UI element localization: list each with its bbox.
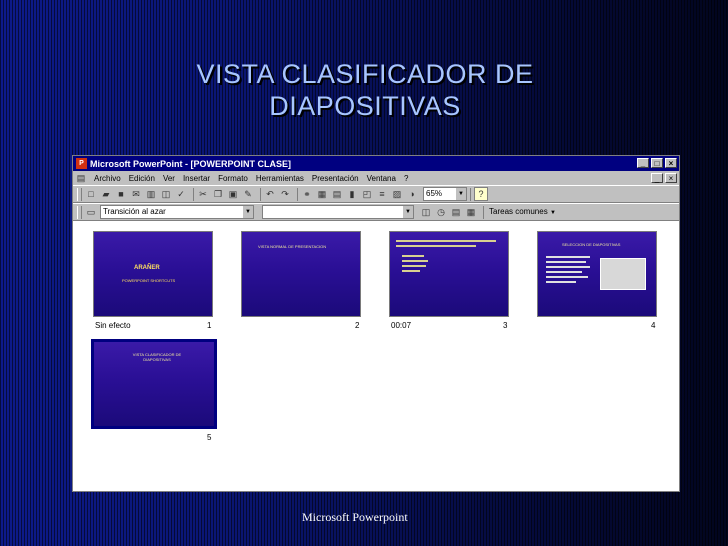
effect-select[interactable]: ▼ [262,205,414,219]
slide-title: VISTA CLASIFICADOR DE DIAPOSITIVAS [196,59,534,121]
doc-minimize-button[interactable]: _ [651,173,663,183]
slide-thumbnail-4[interactable]: SELECCION DE DIAPOSITIVAS [537,231,657,317]
menu-insertar[interactable]: Insertar [179,174,214,183]
slide-1-timing: Sin efecto [95,321,131,330]
menu-presentacion[interactable]: Presentación [308,174,363,183]
menu-ver[interactable]: Ver [159,174,179,183]
print-icon[interactable]: ▥ [145,188,157,200]
expand-all-icon[interactable]: ≡ [376,188,388,200]
slide-thumbnail-2[interactable]: VISTA NORMAL DE PRESENTACION [241,231,361,317]
slide-1-subtitle: POWERPOINT SHORTCUTS [122,278,176,283]
menu-archivo[interactable]: Archivo [90,174,125,183]
format-painter-icon[interactable]: ✎ [242,188,254,200]
close-button[interactable]: × [665,158,677,168]
slide-4-number: 4 [651,321,656,330]
menu-formato[interactable]: Formato [214,174,252,183]
standard-toolbar: □ ▰ ■ ✉ ▥ ◫ ✓ ✂ ❐ ▣ ✎ ↶ ↷ ⚭ ▦ ▤ ▮ ◰ ≡ ▨ … [73,185,679,203]
doc-close-button[interactable]: × [665,173,677,183]
undo-icon[interactable]: ↶ [264,188,276,200]
menu-ventana[interactable]: Ventana [363,174,400,183]
document-icon[interactable]: ▤ [75,172,87,184]
slide-4-title: SELECCION DE DIAPOSITIVAS [562,242,621,247]
footer-text: Microsoft Powerpoint [302,510,408,524]
new-icon[interactable]: □ [85,188,97,200]
speaker-notes-icon[interactable]: ▦ [465,206,477,218]
zoom-select[interactable]: 65% ▼ [423,187,467,201]
slide-3-timing: 00:07 [391,321,412,330]
slide-5-title: VISTA CLASIFICADOR DE DIAPOSITIVAS [132,352,182,362]
slide-thumbnail-3[interactable] [389,231,509,317]
menu-edicion[interactable]: Edición [125,174,159,183]
menu-herramientas[interactable]: Herramientas [252,174,308,183]
slide-5-number: 5 [207,433,212,442]
hide-slide-icon[interactable]: ◫ [420,206,432,218]
toolbar-grip[interactable] [77,205,82,219]
maximize-button[interactable]: □ [651,158,663,168]
menu-help[interactable]: ? [400,174,412,183]
common-tasks-label: Tareas comunes [489,207,548,216]
rehearse-timings-icon[interactable]: ◷ [435,206,447,218]
spelling-icon[interactable]: ✓ [175,188,187,200]
tables-borders-icon[interactable]: ▦ [316,188,328,200]
summary-slide-icon[interactable]: ▤ [450,206,462,218]
insert-chart-icon[interactable]: ▮ [346,188,358,200]
slide-sorter-toolbar: ▭ Transición al azar ▼ ▼ ◫ ◷ ▤ ▦ Tareas … [73,203,679,221]
show-formatting-icon[interactable]: ▨ [391,188,403,200]
insert-table-icon[interactable]: ▤ [331,188,343,200]
transition-value: Transición al azar [103,207,166,216]
common-tasks-button[interactable]: Tareas comunes ▼ [487,206,557,218]
open-icon[interactable]: ▰ [100,188,112,200]
copy-icon[interactable]: ❐ [212,188,224,200]
slide-4-body [546,256,592,283]
minimize-button[interactable]: _ [637,158,649,168]
slide-1-number: 1 [207,321,212,330]
paste-icon[interactable]: ▣ [227,188,239,200]
chevron-down-icon[interactable]: ▼ [456,188,466,200]
powerpoint-app-icon[interactable]: P [76,158,87,169]
preview-icon[interactable]: ◫ [160,188,172,200]
menu-bar: ▤ Archivo Edición Ver Insertar Formato H… [73,171,679,185]
toolbar-grip[interactable] [77,187,82,201]
save-icon[interactable]: ■ [115,188,127,200]
help-icon[interactable]: ? [474,187,488,201]
slide-3-bullets [396,240,496,275]
cut-icon[interactable]: ✂ [197,188,209,200]
zoom-value: 65% [426,189,443,198]
window-title: Microsoft PowerPoint - [POWERPOINT CLASE… [90,158,292,169]
email-icon[interactable]: ✉ [130,188,142,200]
powerpoint-window: P Microsoft PowerPoint - [POWERPOINT CLA… [72,155,680,492]
redo-icon[interactable]: ↷ [279,188,291,200]
transition-select[interactable]: Transición al azar ▼ [100,205,254,219]
chevron-down-icon[interactable]: ▼ [403,206,413,218]
slide-3-number: 3 [503,321,508,330]
chevron-down-icon[interactable]: ▼ [550,210,556,216]
slide-transition-icon[interactable]: ▭ [85,206,97,218]
slide-thumbnail-5[interactable]: VISTA CLASIFICADOR DE DIAPOSITIVAS [90,338,218,430]
slide-2-title: VISTA NORMAL DE PRESENTACION [258,244,327,249]
hyperlink-icon[interactable]: ⚭ [301,188,313,200]
slide-sorter-view: ARAÑER POWERPOINT SHORTCUTS Sin efecto 1… [73,221,679,491]
slide-2-number: 2 [355,321,360,330]
slide-thumbnail-1[interactable]: ARAÑER POWERPOINT SHORTCUTS [93,231,213,317]
new-slide-icon[interactable]: ◰ [361,188,373,200]
grayscale-icon[interactable]: ◑ [406,188,418,200]
slide-1-title: ARAÑER [134,265,160,271]
chevron-down-icon[interactable]: ▼ [243,206,253,218]
window-titlebar[interactable]: P Microsoft PowerPoint - [POWERPOINT CLA… [73,156,679,171]
slide-4-screenshot-image [600,258,646,290]
